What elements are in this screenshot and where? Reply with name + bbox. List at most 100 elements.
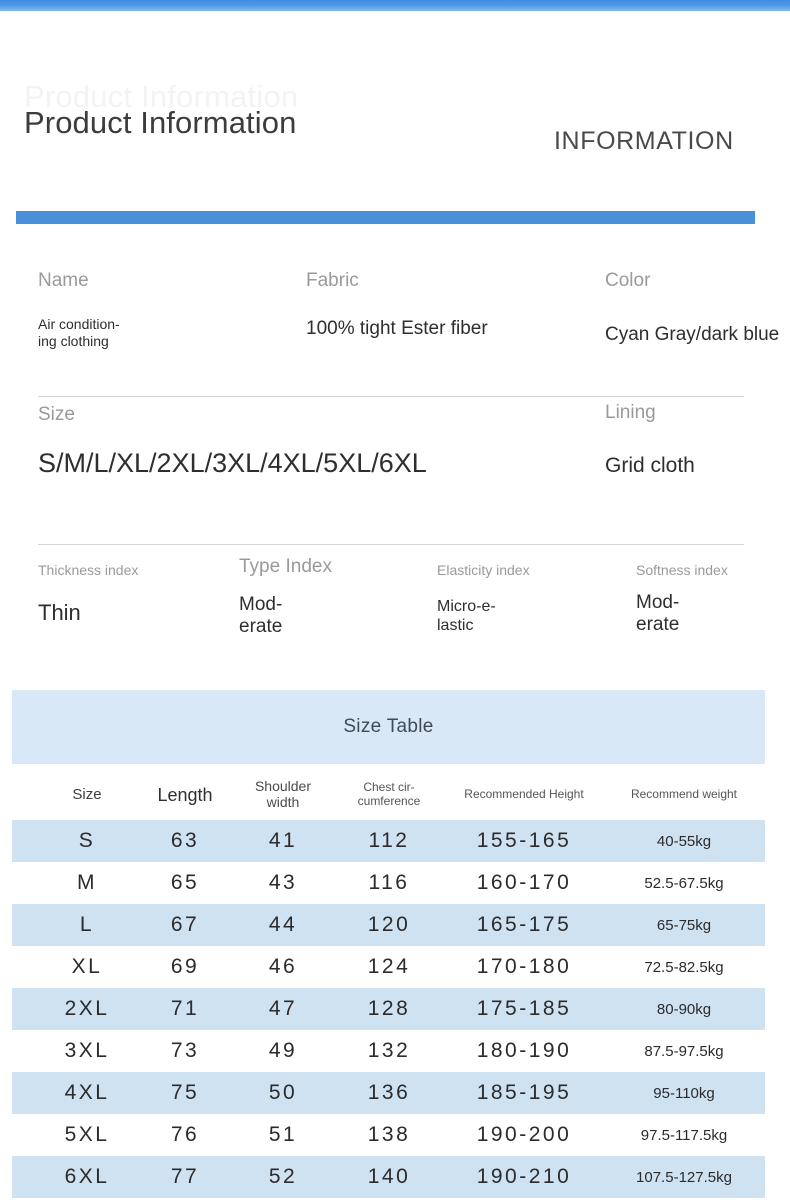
size-table-row: 3XL 73 49 132 180-190 87.5-97.5kg [12,1030,765,1072]
size-table-cell-shoulder: 51 [228,1114,338,1156]
size-table-cell-value: 76 [170,1123,200,1146]
size-table-cell-value: 107.5-127.5kg [636,1168,732,1186]
size-table-cell-value: 132 [367,1039,411,1062]
spec-field-name: Name Air condition- ing clothing [38,270,120,349]
size-table-cell-value: 95-110kg [653,1084,715,1102]
size-table-header-row: Size Length Shoulder width Chest cir- cumfe… [12,770,765,820]
size-table-cell-weight: 72.5-82.5kg [600,946,768,988]
size-table-cell-value: 87.5-97.5kg [644,1042,724,1060]
size-table-cell-length: 77 [130,1156,240,1198]
size-table-column-header: Shoulder width [228,770,338,820]
size-table-column-header: Chest cir- cumference [330,770,448,820]
header-accent-bar [16,211,755,224]
spec-field-fabric: Fabric 100% tight Ester fiber [306,270,488,340]
size-table-cell-weight: 65-75kg [600,904,768,946]
size-table-cell-value: S [78,829,96,852]
spec-field-elasticity: Elasticity index Micro-e- lastic [437,562,530,636]
size-table-cell-value: 140 [367,1165,411,1188]
specifications-section: Name Air condition- ing clothing Fabric … [0,270,790,666]
size-table-cell-chest: 138 [330,1114,448,1156]
spec-label-size: Size [38,404,75,425]
size-table-column-header: Recommended Height [440,770,608,820]
spec-divider-2 [38,544,744,545]
size-table-cell-value: 124 [367,955,411,978]
size-table-cell-length: 69 [130,946,240,988]
size-table-cell-value: 40-55kg [656,832,712,850]
size-table-column-header-label: Chest cir- cumference [357,780,421,808]
size-table-cell-size: 6XL [32,1156,142,1198]
size-table-cell-value: 4XL [64,1081,110,1104]
size-table-cell-value: 63 [170,829,200,852]
size-table-cell-shoulder: 49 [228,1030,338,1072]
size-table-cell-value: 50 [268,1081,298,1104]
size-table-cell-value: 52 [268,1165,298,1188]
size-table-cell-height: 180-190 [440,1030,608,1072]
size-table-row: 4XL 75 50 136 185-195 95-110kg [12,1072,765,1114]
spec-field-thickness: Thickness index Thin [38,562,138,626]
size-table-cell-size: XL [32,946,142,988]
spec-value-elasticity: Micro-e- lastic [437,598,496,634]
spec-row-2: Size S/M/L/XL/2XL/3XL/4XL/5XL/6XL Lining… [0,398,790,546]
size-table-cell-chest: 136 [330,1072,448,1114]
size-table-cell-value: 49 [268,1039,298,1062]
size-table-row: 2XL 71 47 128 175-185 80-90kg [12,988,765,1030]
size-table-cell-value: XL [71,955,103,978]
size-table-cell-length: 75 [130,1072,240,1114]
size-table-cell-value: 112 [368,829,410,852]
size-table-cell-value: M [77,871,97,894]
size-table-cell-shoulder: 47 [228,988,338,1030]
spec-value-lining: Grid cloth [605,454,695,477]
size-table-cell-length: 76 [130,1114,240,1156]
size-table-cell-value: 77 [170,1165,200,1188]
size-table-row: XL 69 46 124 170-180 72.5-82.5kg [12,946,765,988]
size-table-cell-shoulder: 41 [228,820,338,862]
spec-value-softness: Mod- erate [636,592,680,636]
spec-value-size: S/M/L/XL/2XL/3XL/4XL/5XL/6XL [38,448,427,478]
size-table-column-header-label: Size [72,786,102,804]
size-table-cell-weight: 80-90kg [600,988,768,1030]
size-table-column-header: Length [130,770,240,820]
size-table-cell-value: 47 [268,997,298,1020]
size-table-cell-weight: 52.5-67.5kg [600,862,768,904]
spec-label-name: Name [38,270,89,291]
size-table-cell-value: 175-185 [476,997,572,1020]
size-table-cell-value: 69 [170,955,200,978]
spec-label-lining: Lining [605,402,656,423]
size-table-cell-value: 71 [170,997,200,1020]
size-table-cell-weight: 107.5-127.5kg [600,1156,768,1198]
spec-value-type: Mod- erate [239,594,283,638]
size-table-cell-value: 6XL [64,1165,110,1188]
size-table-cell-size: M [32,862,142,904]
spec-label-elasticity: Elasticity index [437,562,530,578]
size-table-cell-value: 120 [367,913,411,936]
size-table-cell-value: 44 [268,913,298,936]
spec-row-3: Thickness index Thin Type Index Mod- era… [0,546,790,666]
size-table-cell-length: 63 [130,820,240,862]
size-table-cell-length: 71 [130,988,240,1030]
size-table: Size Length Shoulder width Chest cir- cumfe… [12,770,765,1198]
size-table-cell-height: 160-170 [440,862,608,904]
size-table-cell-chest: 124 [330,946,448,988]
spec-value-thickness: Thin [38,600,81,625]
size-table-cell-size: 4XL [32,1072,142,1114]
size-table-cell-value: 43 [268,871,298,894]
size-table-row: S 63 41 112 155-165 40-55kg [12,820,765,862]
size-table-cell-value: 75 [170,1081,200,1104]
size-table-cell-value: 180-190 [476,1039,572,1062]
size-table-cell-value: 65-75kg [656,916,712,934]
size-table-cell-value: 170-180 [476,955,572,978]
size-table-cell-chest: 140 [330,1156,448,1198]
size-table-banner-title: Size Table [343,716,434,737]
size-table-column-header-label: Recommend weight [630,787,738,802]
size-table-column-header-label: Shoulder width [254,778,312,810]
size-table-column-header: Recommend weight [600,770,768,820]
page-title: Product Information [24,105,297,140]
spec-label-color: Color [605,270,651,291]
size-table-row: 6XL 77 52 140 190-210 107.5-127.5kg [12,1156,765,1198]
size-table-column-header-label: Length [157,784,213,805]
size-table-cell-value: 65 [170,871,200,894]
size-table-banner: Size Table [12,690,765,764]
spec-divider-1 [38,396,744,397]
size-table-cell-value: 46 [268,955,298,978]
size-table-column-header: Size [32,770,142,820]
